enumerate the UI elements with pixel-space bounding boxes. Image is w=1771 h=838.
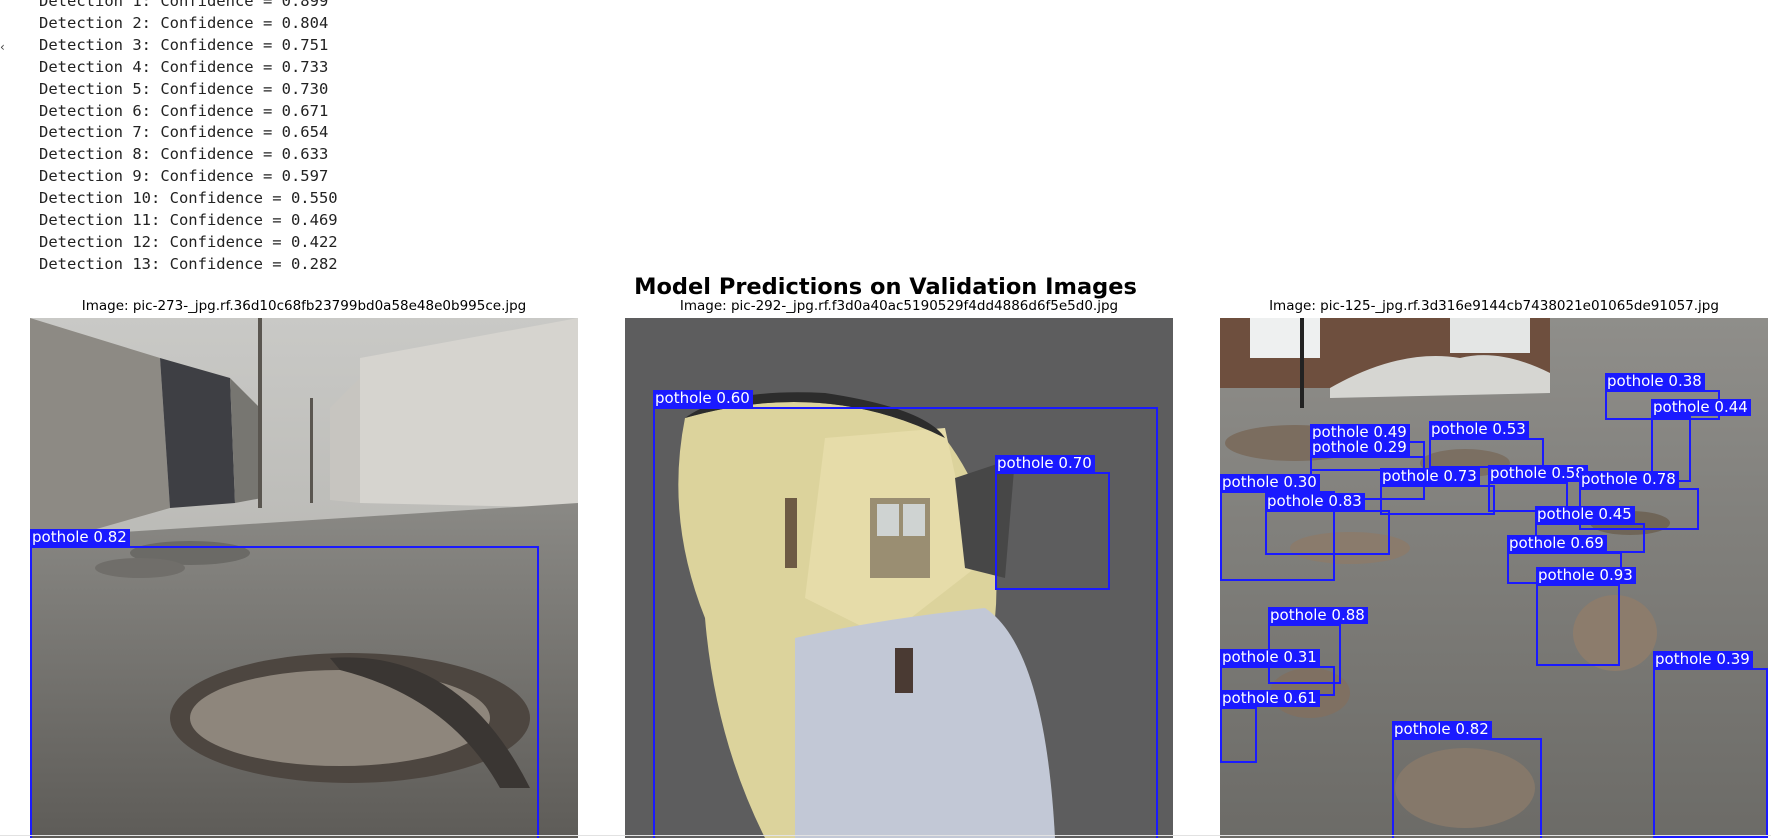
log-line: Detection 1: Confidence = 0.899 bbox=[39, 0, 329, 10]
detection-label: pothole 0.38 bbox=[1605, 373, 1705, 390]
log-line: Detection 11: Confidence = 0.469 bbox=[39, 211, 338, 230]
detection-label: pothole 0.31 bbox=[1220, 649, 1320, 666]
detection-label: pothole 0.70 bbox=[995, 455, 1095, 472]
detection-box: pothole 0.82 bbox=[30, 529, 539, 838]
detection-label: pothole 0.53 bbox=[1429, 421, 1529, 438]
log-line: Detection 4: Confidence = 0.733 bbox=[39, 57, 329, 76]
detection-label: pothole 0.30 bbox=[1220, 474, 1320, 491]
detection-box: pothole 0.73 bbox=[1380, 468, 1495, 515]
detection-label: pothole 0.39 bbox=[1653, 651, 1753, 668]
log-line: Detection 8: Confidence = 0.633 bbox=[39, 145, 329, 164]
panel-2-label: Image: pic-292-_jpg.rf.f3d0a40ac5190529f… bbox=[679, 298, 1119, 314]
detection-label: pothole 0.73 bbox=[1380, 468, 1480, 485]
log-line: Detection 9: Confidence = 0.597 bbox=[39, 167, 329, 186]
detection-label: pothole 0.45 bbox=[1535, 506, 1635, 523]
detection-label: pothole 0.44 bbox=[1651, 399, 1751, 416]
divider bbox=[0, 835, 1771, 836]
cell-output-log: Detection 1: Confidence = 0.899 Detection… bbox=[39, 0, 338, 276]
detection-box: pothole 0.39 bbox=[1653, 651, 1768, 838]
detection-box: pothole 0.61 bbox=[1220, 690, 1320, 763]
detection-label: pothole 0.83 bbox=[1265, 493, 1365, 510]
panel-3-image: pothole 0.38 pothole 0.44 pothole 0.49 p… bbox=[1220, 318, 1768, 838]
detection-label: pothole 0.93 bbox=[1536, 567, 1636, 584]
log-line: Detection 5: Confidence = 0.730 bbox=[39, 79, 329, 98]
cell-gutter-mark: ‹ bbox=[0, 40, 5, 54]
detection-box: pothole 0.82 bbox=[1392, 721, 1542, 838]
panel-2-image: pothole 0.60 pothole 0.70 bbox=[625, 318, 1173, 838]
figure-title: Model Predictions on Validation Images bbox=[634, 274, 1137, 300]
panel-1-image: pothole 0.82 bbox=[30, 318, 578, 838]
detection-box: pothole 0.70 bbox=[995, 455, 1110, 590]
panel-1-label: Image: pic-273-_jpg.rf.36d10c68fb23799bd… bbox=[81, 298, 527, 314]
panel-3-label: Image: pic-125-_jpg.rf.3d316e9144cb74380… bbox=[1269, 298, 1719, 314]
log-line: Detection 2: Confidence = 0.804 bbox=[39, 13, 329, 32]
detection-label: pothole 0.82 bbox=[1392, 721, 1492, 738]
detection-label: pothole 0.29 bbox=[1310, 439, 1410, 456]
log-line: Detection 6: Confidence = 0.671 bbox=[39, 101, 329, 120]
detection-label: pothole 0.78 bbox=[1579, 471, 1679, 488]
log-line: Detection 3: Confidence = 0.751 bbox=[39, 35, 329, 54]
log-line: Detection 12: Confidence = 0.422 bbox=[39, 232, 338, 251]
log-line: Detection 7: Confidence = 0.654 bbox=[39, 123, 329, 142]
detection-box: pothole 0.93 bbox=[1536, 567, 1636, 666]
log-line: Detection 13: Confidence = 0.282 bbox=[39, 254, 338, 273]
detection-label: pothole 0.69 bbox=[1507, 535, 1607, 552]
detection-label: pothole 0.61 bbox=[1220, 690, 1320, 707]
detection-box: pothole 0.83 bbox=[1265, 493, 1390, 555]
detection-label: pothole 0.60 bbox=[653, 390, 753, 407]
log-line: Detection 10: Confidence = 0.550 bbox=[39, 189, 338, 208]
detection-label: pothole 0.58 bbox=[1488, 465, 1588, 482]
detection-label: pothole 0.88 bbox=[1268, 607, 1368, 624]
detection-label: pothole 0.82 bbox=[30, 529, 130, 546]
